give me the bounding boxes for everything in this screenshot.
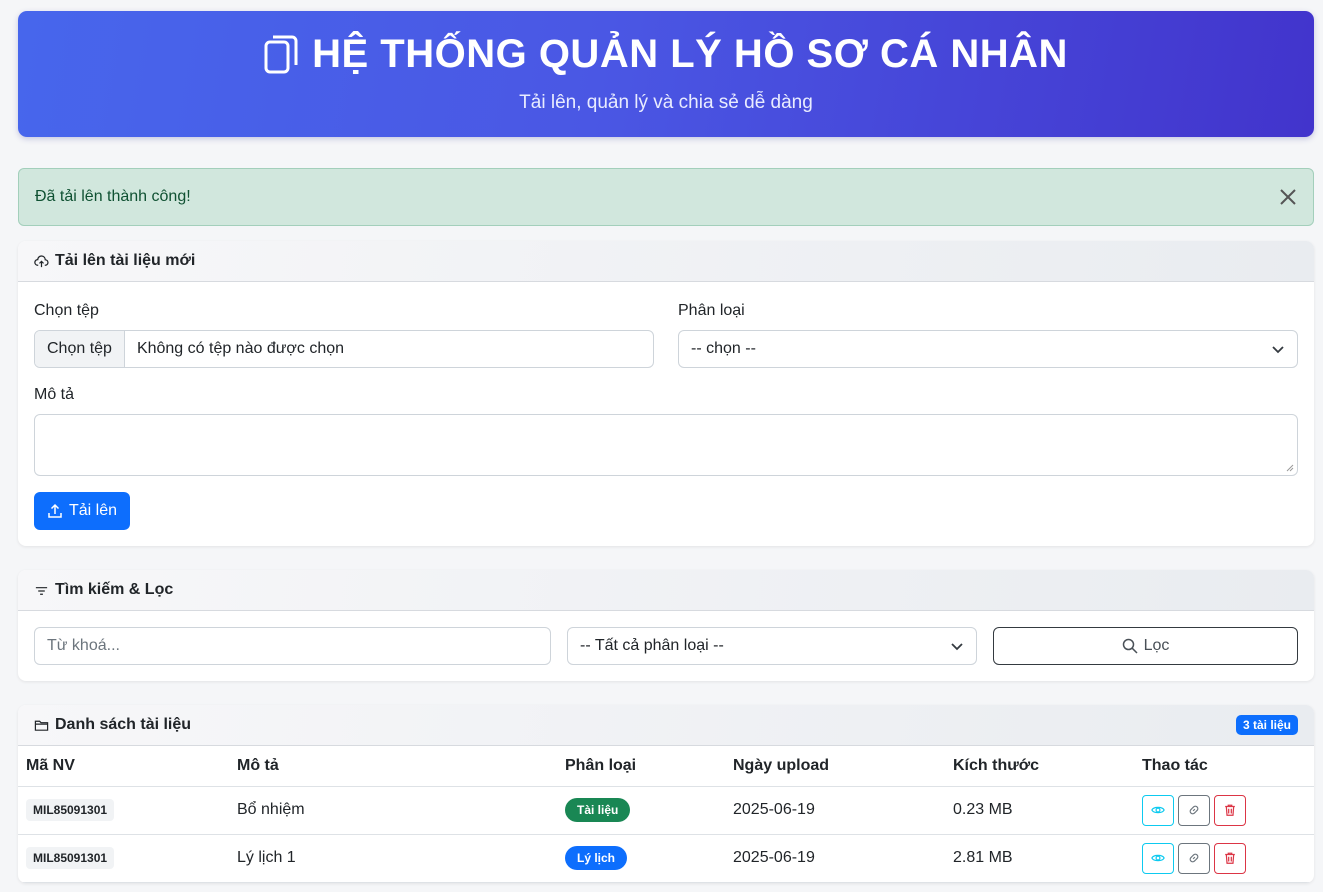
- delete-button[interactable]: [1214, 842, 1246, 874]
- description-textarea[interactable]: [34, 414, 1298, 476]
- upload-button[interactable]: Tải lên: [34, 492, 131, 530]
- chevron-down-icon: [1272, 346, 1284, 354]
- upload-card-title: Tải lên tài liệu mới: [55, 252, 196, 269]
- page-subtitle: Tải lên, quản lý và chia sẻ dễ dàng: [519, 92, 813, 113]
- keyword-input[interactable]: Từ khoá...: [34, 627, 551, 665]
- column-header-code: Mã NV: [18, 746, 229, 787]
- upload-icon: [48, 503, 62, 518]
- table-row: MIL85091301 Lý lịch 1 Lý lịch 2025-06-19…: [18, 834, 1314, 883]
- document-description: Lý lịch 1: [229, 834, 557, 883]
- documents-card-header: Danh sách tài liệu 3 tài liệu: [18, 705, 1314, 746]
- document-description: Bổ nhiệm: [229, 786, 557, 835]
- file-label: Chọn tệp: [34, 302, 99, 319]
- category-select-value: -- chọn --: [691, 340, 756, 357]
- eye-icon: [1151, 854, 1165, 862]
- resize-handle-icon[interactable]: [1286, 464, 1294, 472]
- filter-card-title: Tìm kiếm & Lọc: [55, 581, 174, 598]
- table-header-row: Mã NV Mô tả Phân loại Ngày upload Kích t…: [18, 746, 1314, 787]
- category-filter-value: -- Tất cả phân loại --: [580, 637, 724, 654]
- choose-file-button[interactable]: Chọn tệp: [35, 331, 125, 367]
- documents-card-title: Danh sách tài liệu: [55, 716, 192, 733]
- file-name-text: Không có tệp nào được chọn: [136, 340, 345, 357]
- filter-icon: [35, 586, 48, 595]
- description-label: Mô tả: [34, 386, 75, 403]
- share-link-button[interactable]: [1178, 842, 1210, 874]
- category-badge: Tài liệu: [565, 798, 631, 822]
- view-button[interactable]: [1142, 794, 1174, 826]
- files-icon: [264, 35, 298, 74]
- link-icon: [1189, 805, 1199, 815]
- column-header-actions: Thao tác: [1134, 746, 1314, 787]
- upload-card: Tải lên tài liệu mới Chọn tệp Chọn tệp K…: [18, 241, 1314, 546]
- column-header-size: Kích thước: [945, 746, 1134, 787]
- delete-button[interactable]: [1214, 794, 1246, 826]
- employee-code: MIL85091301: [26, 847, 115, 869]
- alert-message: Đã tải lên thành công!: [35, 188, 191, 205]
- page-header: HỆ THỐNG QUẢN LÝ HỒ SƠ CÁ NHÂN Tải lên, …: [18, 11, 1314, 137]
- documents-card: Danh sách tài liệu 3 tài liệu Mã NV Mô t…: [18, 705, 1314, 883]
- file-input[interactable]: Chọn tệp Không có tệp nào được chọn: [34, 330, 654, 368]
- trash-icon: [1225, 852, 1235, 864]
- category-badge: Lý lịch: [565, 846, 628, 870]
- category-select[interactable]: -- chọn --: [678, 330, 1298, 368]
- close-icon[interactable]: [1278, 187, 1298, 207]
- filter-card: Tìm kiếm & Lọc Từ khoá... -- Tất cả phân…: [18, 570, 1314, 681]
- upload-date: 2025-06-19: [725, 786, 945, 835]
- upload-date: 2025-06-19: [725, 834, 945, 883]
- view-button[interactable]: [1142, 842, 1174, 874]
- filter-button-label: Lọc: [1143, 637, 1170, 654]
- chevron-down-icon: [951, 643, 963, 651]
- column-header-date: Ngày upload: [725, 746, 945, 787]
- trash-icon: [1225, 804, 1235, 816]
- upload-card-header: Tải lên tài liệu mới: [18, 241, 1314, 282]
- documents-table: Mã NV Mô tả Phân loại Ngày upload Kích t…: [18, 746, 1314, 883]
- table-row: MIL85091301 Bổ nhiệm Tài liệu 2025-06-19…: [18, 786, 1314, 835]
- cloud-upload-icon: [34, 254, 49, 267]
- page-title-row: HỆ THỐNG QUẢN LÝ HỒ SƠ CÁ NHÂN: [264, 34, 1068, 74]
- category-label: Phân loại: [678, 302, 745, 319]
- share-link-button[interactable]: [1178, 794, 1210, 826]
- eye-icon: [1151, 806, 1165, 814]
- link-icon: [1189, 853, 1199, 863]
- folder-icon: [34, 720, 49, 731]
- page-title: HỆ THỐNG QUẢN LÝ HỒ SƠ CÁ NHÂN: [312, 32, 1068, 76]
- search-icon: [1122, 638, 1138, 654]
- upload-button-label: Tải lên: [69, 502, 118, 519]
- employee-code: MIL85091301: [26, 799, 115, 821]
- success-alert: Đã tải lên thành công!: [18, 168, 1314, 226]
- filter-card-header: Tìm kiếm & Lọc: [18, 570, 1314, 611]
- category-filter-select[interactable]: -- Tất cả phân loại --: [567, 627, 977, 665]
- column-header-category: Phân loại: [557, 746, 725, 787]
- filter-button[interactable]: Lọc: [993, 627, 1298, 665]
- documents-count-badge: 3 tài liệu: [1235, 715, 1298, 735]
- column-header-description: Mô tả: [229, 746, 557, 787]
- file-size: 0.23 MB: [945, 786, 1134, 835]
- file-size: 2.81 MB: [945, 834, 1134, 883]
